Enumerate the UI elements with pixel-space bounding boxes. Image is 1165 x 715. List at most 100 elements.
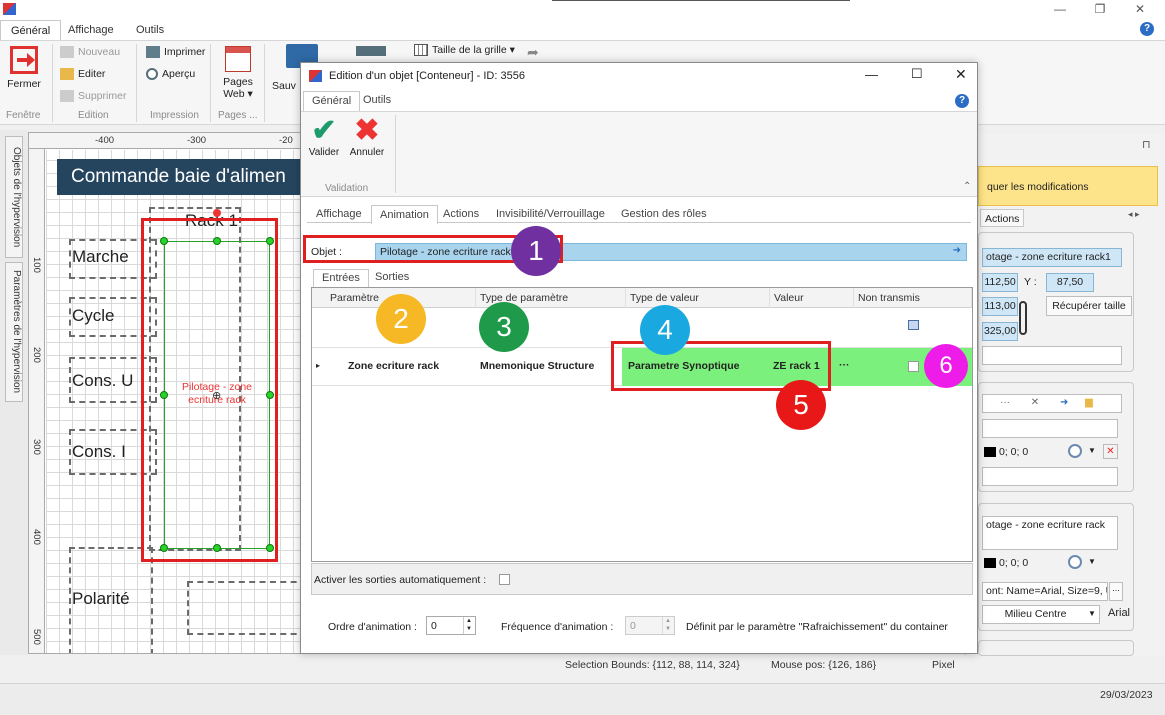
pin-icon[interactable]: ⊓ — [1142, 138, 1151, 151]
frequence-label: Fréquence d'animation : — [501, 621, 614, 633]
color-picker-icon[interactable] — [1068, 444, 1082, 458]
editer-button[interactable]: Editer — [60, 68, 105, 81]
cell-more-button[interactable]: ··· — [839, 359, 850, 371]
dropdown-arrow-icon[interactable]: ▼ — [1088, 446, 1096, 455]
minimize-icon[interactable]: — — [1040, 0, 1080, 20]
subtab-affichage[interactable]: Affichage — [316, 208, 362, 220]
color-value-1: 0; 0; 0 — [999, 446, 1029, 458]
apercu-button[interactable]: Aperçu — [146, 68, 196, 81]
close-icon[interactable]: ✕ — [1120, 0, 1160, 20]
clear-icon[interactable]: ✕ — [1031, 397, 1039, 408]
redo-arrow-icon[interactable]: ➦ — [527, 44, 539, 61]
more-icon[interactable]: ··· — [1000, 397, 1010, 408]
dialog-tab-outils[interactable]: Outils — [363, 94, 391, 106]
ribbon-separator — [136, 44, 137, 122]
filter-checkbox-icon[interactable] — [908, 320, 919, 330]
ordre-stepper[interactable]: 0 ▲ ▼ — [426, 616, 476, 635]
collapse-ribbon-icon[interactable]: ⌃ — [963, 181, 971, 192]
pages-web-button[interactable]: Pages Web ▾ — [218, 46, 258, 100]
tab-entrees[interactable]: Entrées — [313, 269, 369, 287]
apply-changes-button[interactable]: quer les modifications — [978, 166, 1158, 206]
apercu-label: Aperçu — [162, 68, 196, 80]
valider-button[interactable]: ✔ Valider — [306, 115, 342, 159]
dialog-tab-general[interactable]: Général — [303, 91, 361, 111]
monitor-icon[interactable] — [356, 46, 386, 56]
subtab-roles[interactable]: Gestion des rôles — [621, 208, 707, 220]
canvas-bottom-box[interactable] — [187, 581, 305, 635]
tab-sorties[interactable]: Sorties — [375, 271, 409, 283]
ribbon-tab-general[interactable]: Général — [0, 20, 62, 40]
font-more-button[interactable]: ... — [1109, 582, 1123, 601]
canvas-label-cons-u: Cons. U — [72, 371, 134, 390]
annuler-button[interactable]: ✖ Annuler — [347, 115, 387, 159]
folder-icon[interactable]: ▆ — [1085, 397, 1093, 408]
ribbon-separator — [52, 44, 53, 122]
side-tab-objets[interactable]: Objets de l'hypervision — [5, 136, 23, 258]
row-indicator-icon: ▸ — [316, 361, 321, 370]
x-field[interactable]: 112,50 — [982, 273, 1018, 292]
height-field[interactable]: 325,00 — [982, 322, 1018, 341]
tab-scroll-arrows[interactable]: ◂ ▸ — [1128, 209, 1140, 220]
dropdown-arrow-icon[interactable]: ▼ — [1088, 609, 1096, 618]
props-field[interactable] — [982, 419, 1118, 438]
web-page-icon — [225, 46, 251, 72]
dropdown-arrow-icon[interactable]: ▼ — [1088, 557, 1096, 566]
ribbon-separator — [264, 44, 265, 122]
arrow-icon[interactable]: ➜ — [1060, 397, 1068, 408]
dialog-help-icon[interactable]: ? — [955, 94, 969, 108]
selection-bounds: Selection Bounds: {112, 88, 114, 324} — [565, 659, 740, 671]
col-non-transmis[interactable]: Non transmis — [854, 288, 972, 308]
help-icon[interactable]: ? — [1140, 22, 1154, 36]
ribbon-tab-outils[interactable]: Outils — [126, 20, 174, 40]
dialog-close-icon[interactable]: ✕ — [955, 66, 967, 83]
name-field[interactable]: otage - zone ecriture rack1 — [982, 248, 1122, 267]
text-field[interactable]: otage - zone ecriture rack — [982, 516, 1118, 550]
props-field[interactable] — [982, 467, 1118, 486]
stepper-arrows-icon[interactable]: ▲ ▼ — [662, 617, 673, 634]
group-impression: Impression — [150, 110, 199, 121]
objet-goto-icon[interactable]: ➜ — [953, 245, 961, 256]
frequence-stepper[interactable]: 0 ▲ ▼ — [625, 616, 675, 635]
supprimer-button[interactable]: Supprimer — [60, 90, 126, 103]
sauv-label[interactable]: Sauv — [272, 80, 296, 92]
subtab-actions[interactable]: Actions — [443, 208, 479, 220]
grid-icon — [414, 44, 428, 57]
color-picker-icon[interactable] — [1068, 555, 1082, 569]
alignment-select[interactable]: Milieu Centre — [982, 605, 1100, 624]
dialog-maximize-icon[interactable]: ☐ — [911, 66, 923, 82]
col-type-valeur[interactable]: Type de valeur — [626, 288, 770, 308]
exit-icon — [10, 46, 38, 74]
auto-outputs-checkbox[interactable] — [499, 574, 510, 585]
props-empty-field[interactable] — [982, 346, 1122, 365]
stepper-arrows-icon[interactable]: ▲ ▼ — [463, 617, 474, 634]
subtab-animation[interactable]: Animation — [371, 205, 438, 224]
lock-ratio-icon[interactable] — [1019, 301, 1027, 335]
frequence-note: Définit par le paramètre "Rafraichisseme… — [686, 621, 948, 633]
badge-3: 3 — [479, 302, 529, 352]
nouveau-button[interactable]: Nouveau — [60, 46, 120, 59]
fermer-button[interactable]: Fermer — [4, 46, 44, 96]
highlight-selected — [141, 218, 278, 562]
app-icon — [3, 3, 16, 15]
non-transmis-checkbox[interactable] — [908, 361, 919, 372]
grid-size-button[interactable]: Taille de la grille ▾ — [414, 44, 515, 57]
folder-edit-icon — [60, 68, 74, 81]
remove-icon[interactable]: ✕ — [1103, 444, 1118, 459]
rotation-handle[interactable] — [213, 209, 221, 217]
ribbon-tab-affichage[interactable]: Affichage — [58, 20, 124, 40]
dialog-app-icon — [309, 70, 322, 82]
recup-taille-button[interactable]: Récupérer taille — [1046, 296, 1132, 316]
imprimer-button[interactable]: Imprimer — [146, 46, 206, 59]
width-field[interactable]: 113,00 — [982, 297, 1018, 316]
subtab-invisibilite[interactable]: Invisibilité/Verrouillage — [496, 208, 605, 220]
valider-label: Valider — [308, 147, 340, 158]
canvas-header[interactable]: Commande baie d'alimen — [57, 159, 305, 195]
dialog-minimize-icon[interactable]: — — [865, 67, 878, 82]
tab-actions[interactable]: Actions — [980, 209, 1024, 227]
maximize-icon[interactable]: ❐ — [1080, 0, 1120, 20]
side-tab-parametres[interactable]: Paramètres de l'hypervision — [5, 262, 23, 402]
imprimer-label: Imprimer — [164, 46, 206, 58]
font-field[interactable]: ont: Name=Arial, Size=9, Ur — [982, 582, 1108, 601]
y-field[interactable]: 87,50 — [1046, 273, 1094, 292]
col-valeur[interactable]: Valeur — [770, 288, 854, 308]
